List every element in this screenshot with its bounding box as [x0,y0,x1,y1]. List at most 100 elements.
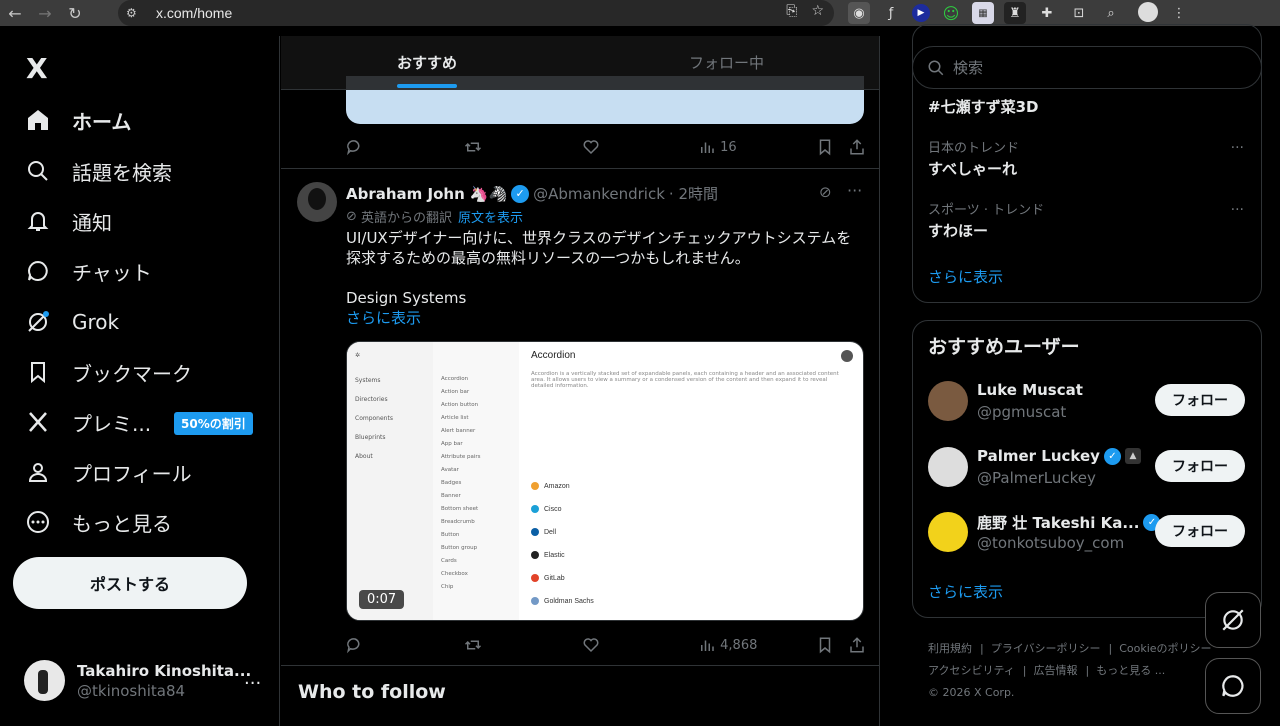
author-avatar[interactable] [297,182,337,222]
reply-icon[interactable] [346,636,364,654]
x-logo[interactable]: X [26,52,48,85]
video-subnav-item: Chip [441,584,454,590]
bookmark-star-icon[interactable]: ☆ [811,3,824,19]
profile-avatar[interactable] [1138,2,1158,22]
follow-button[interactable]: フォロー [1155,515,1245,547]
tab-for-you[interactable]: おすすめ [397,52,457,73]
footer-link[interactable]: 広告情報 [1034,664,1078,677]
trends-show-more[interactable]: さらに表示 [928,266,1003,287]
post-button[interactable]: ポストする [13,557,247,609]
user-avatar[interactable] [928,381,968,421]
views-count[interactable]: 16 [698,138,737,156]
reply-icon[interactable] [346,138,364,156]
share-icon[interactable] [848,636,866,654]
reload-icon[interactable]: ↻ [60,4,90,23]
repost-icon[interactable] [464,138,482,156]
search-icon [24,157,52,185]
trend-item[interactable]: 日本のトレンド すべしゃーれ [928,137,1019,179]
forward-icon[interactable]: → [30,4,60,23]
footer-link[interactable]: 利用規約 [928,642,972,655]
castle-extension-icon[interactable]: ♜ [1004,2,1026,24]
tab-following[interactable]: フォロー中 [689,52,764,73]
like-icon[interactable] [582,138,600,156]
footer-link[interactable]: もっと見る ... [1096,664,1165,677]
post-more-icon[interactable]: ··· [847,181,862,200]
footer-link[interactable]: プライバシーポリシー [991,642,1101,655]
show-more-link[interactable]: さらに表示 [346,308,866,328]
account-more-icon[interactable]: ... [244,668,261,689]
users-show-more[interactable]: さらに表示 [928,581,1003,602]
back-icon[interactable]: ← [0,4,30,23]
name-emoji: 🦄🦓 [469,184,508,203]
repost-icon[interactable] [464,636,482,654]
grok-float-button[interactable] [1205,592,1261,648]
premium-discount-badge[interactable]: 50%の割引 [174,412,253,435]
nav-bookmarks[interactable]: ブックマーク [24,352,192,392]
video-nav-item: Blueprints [355,434,386,441]
grok-icon [1222,609,1244,631]
nav-explore[interactable]: 話題を検索 [24,151,172,191]
video-subnav-item: Action button [441,402,479,408]
user-avatar[interactable] [928,447,968,487]
smiley-extension-icon[interactable]: ☺ [940,2,962,24]
author-name[interactable]: Abraham John [346,185,465,203]
search-placeholder: 検索 [953,59,984,77]
grok-explain-icon[interactable]: ⊘ [819,183,832,201]
trend-item[interactable]: #七瀬すず菜3D [928,94,1038,117]
install-app-icon[interactable]: ⎘ [786,3,797,19]
calendar-extension-icon[interactable]: ▦ [972,2,994,24]
user-avatar[interactable] [928,512,968,552]
puzzle-extensions-icon[interactable]: ✚ [1036,2,1058,24]
bookmark-icon[interactable] [816,636,834,654]
trend-item[interactable]: スポーツ · トレンド すわほー [928,199,1044,241]
play-extension-icon[interactable]: ▶ [912,4,930,22]
site-settings-icon[interactable]: ⚙ [126,6,148,20]
nav-premium[interactable]: プレミ... [24,402,151,442]
nav-chat[interactable]: チャット [24,251,152,291]
user-card[interactable]: Palmer Luckey ✓ ▲ @PalmerLuckey フォロー [928,443,1246,491]
account-switcher[interactable]: Takahiro Kinoshita... @tkinoshita84 ... [24,660,261,701]
camera-extension-icon[interactable]: ◉ [848,2,870,24]
menu-kebab-icon[interactable]: ⋮ [1168,2,1190,24]
nav-more[interactable]: もっと見る [24,502,172,542]
video-subnav-item: Button [441,532,460,538]
gear-icon: ✲ [355,352,361,359]
video-subnav-item: App bar [441,441,463,447]
trend-more-icon[interactable]: ··· [1231,140,1244,156]
like-icon[interactable] [582,636,600,654]
company-logo-icon [531,597,539,605]
chat-float-button[interactable] [1205,658,1261,714]
nav-grok[interactable]: Grok [24,302,119,342]
nav-profile[interactable]: プロフィール [24,452,192,492]
bookmark-icon[interactable] [816,138,834,156]
company-row: Amazon [531,482,594,490]
translation-note: ⊘ 英語からの翻訳 原文を表示 [346,207,523,226]
video-nav-item: Components [355,415,393,422]
views-count[interactable]: 4,868 [698,636,757,654]
address-bar[interactable]: ⚙ x.com/home ⎘ ☆ [118,0,834,26]
trend-more-icon[interactable]: ··· [1231,202,1244,218]
nav-home[interactable]: ホーム [24,100,131,140]
who-to-follow-heading: Who to follow [298,681,446,703]
user-card[interactable]: 鹿野 壮 Takeshi Ka... ✓ @tonkotsuboy_com フォロ… [928,508,1246,556]
follow-button[interactable]: フォロー [1155,384,1245,416]
show-original-link[interactable]: 原文を表示 [458,207,523,226]
author-handle[interactable]: @Abmankendrick [533,185,665,203]
person-icon [24,458,52,486]
capture-icon[interactable]: ⊡ [1068,2,1090,24]
video-subnav-item: Attribute pairs [441,454,481,460]
footer-link[interactable]: アクセシビリティ [928,664,1015,677]
verified-badge-icon: ✓ [1103,447,1121,465]
footer-link[interactable]: Cookieのポリシー [1119,642,1211,655]
nav-notifications[interactable]: 通知 [24,201,112,241]
share-icon[interactable] [848,138,866,156]
post-video[interactable]: ✲ Systems Directories Components Bluepri… [346,341,864,621]
company-name: Cisco [544,505,562,513]
search-input[interactable]: 検索 [912,46,1262,89]
formula-extension-icon[interactable]: ƒ [880,2,902,24]
company-logo-icon [531,505,539,513]
follow-button[interactable]: フォロー [1155,450,1245,482]
post-time[interactable]: · 2時間 [669,183,718,204]
search-tab-icon[interactable]: ⌕ [1100,2,1122,24]
user-card[interactable]: Luke Muscat @pgmuscat フォロー [928,377,1246,425]
